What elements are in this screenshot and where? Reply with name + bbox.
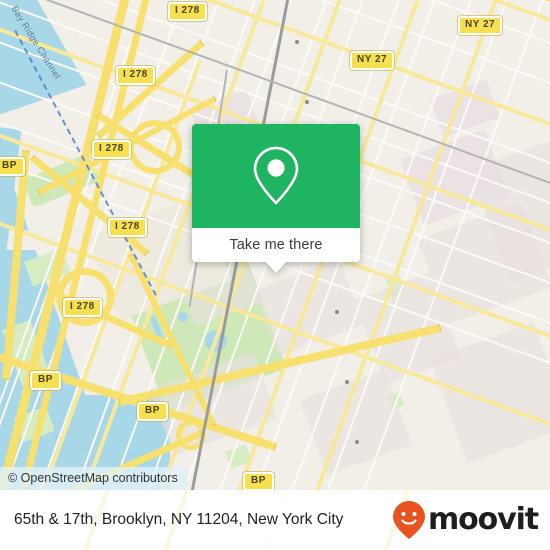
- shield-i278-top: I 278: [168, 2, 207, 21]
- destination-popup-card[interactable]: Take me there: [192, 124, 360, 273]
- popup-action-area[interactable]: Take me there: [192, 228, 360, 273]
- shield-ny27-left: NY 27: [350, 51, 395, 70]
- popup-pointer-tail: [265, 261, 287, 273]
- shield-i278-bottom: I 278: [63, 298, 102, 317]
- moovit-wordmark: moovit: [427, 502, 539, 537]
- motorway-interchange-loop: [56, 268, 114, 326]
- transit-station-2: [305, 100, 309, 104]
- shield-bp-far-left: BP: [0, 157, 25, 176]
- moovit-smiling-pin-icon: [392, 501, 425, 539]
- shield-i278-upper: I 278: [116, 66, 155, 85]
- shield-bp-left: BP: [30, 371, 61, 390]
- transit-station-7: [355, 440, 359, 444]
- moovit-brand[interactable]: moovit: [392, 500, 539, 540]
- shield-i278-lower: I 278: [108, 218, 147, 237]
- transit-station-1: [295, 40, 299, 44]
- map-canvas[interactable]: Bay Ridge Channel I 278 I 278 I 278 I 27…: [0, 0, 550, 490]
- shield-ny27-right: NY 27: [458, 16, 503, 35]
- footer-bar: 65th & 17th, Brooklyn, NY 11204, New Yor…: [0, 490, 550, 550]
- moovit-map-screenshot: Bay Ridge Channel I 278 I 278 I 278 I 27…: [0, 0, 550, 550]
- location-address-label: 65th & 17th, Brooklyn, NY 11204, New Yor…: [14, 511, 344, 528]
- popup-header: [192, 124, 360, 228]
- shield-i278-mid: I 278: [92, 140, 131, 159]
- map-pin-icon: [253, 146, 299, 205]
- park-pond-small: [178, 312, 188, 322]
- transit-station-5: [335, 310, 339, 314]
- shield-bp-bottom: BP: [243, 472, 274, 490]
- take-me-there-label: Take me there: [229, 237, 323, 253]
- transit-station-6: [345, 380, 349, 384]
- shield-bp-lower: BP: [137, 402, 168, 421]
- osm-attribution[interactable]: © OpenStreetMap contributors: [0, 467, 188, 490]
